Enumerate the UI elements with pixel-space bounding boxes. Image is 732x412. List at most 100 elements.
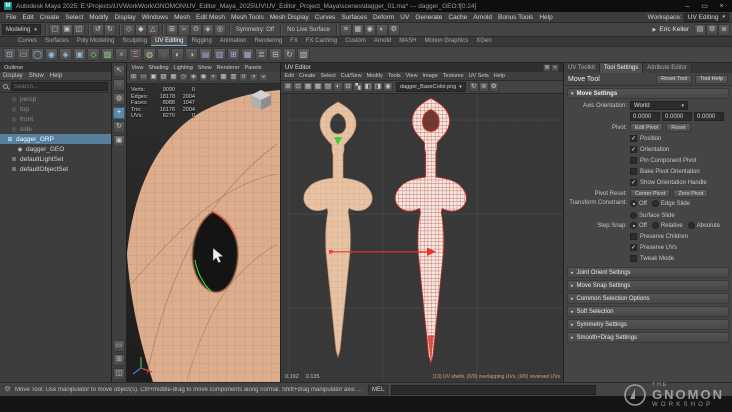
open-uv-editor-icon[interactable]: ⊡ (3, 48, 16, 61)
film-gate-icon[interactable]: ▭ (139, 73, 148, 82)
panel-tab[interactable]: Tool Settings (599, 63, 644, 73)
axis-value-field[interactable]: 0.0000 (694, 112, 724, 121)
isolate-select-icon[interactable]: ◉ (199, 73, 208, 82)
collapsed-section-header[interactable]: ▸ Joint Orient Settings (567, 267, 729, 278)
uv-display-image-icon[interactable]: ▨ (323, 82, 333, 92)
symmetry-selector[interactable]: Symmetry: Off (233, 27, 277, 33)
shelf-tab[interactable]: Arnold (370, 36, 395, 46)
menu-item[interactable]: Modify (364, 73, 385, 79)
menu-item[interactable]: Cut/Sew (338, 73, 364, 79)
mel-language-toggle[interactable]: MEL (368, 384, 389, 395)
outliner-item[interactable]: ≣ defaultLightSet (0, 154, 111, 164)
checkbox[interactable]: ✓ (630, 244, 637, 251)
construction-history-icon[interactable]: ≡ (339, 23, 352, 36)
render-view-icon[interactable]: ▦ (351, 23, 364, 36)
outliner-tree[interactable]: ◎ persp ◎ top ◎ front ◎ side ⊞ dagger_GR… (0, 93, 111, 382)
paint-select-tool-icon[interactable]: ◍ (113, 93, 125, 105)
spherical-projection-icon[interactable]: ◉ (45, 48, 58, 61)
shelf-tab[interactable]: MASH (395, 36, 420, 46)
viewport-canvas[interactable]: Verts: 9090 0 Edges: 18178 2004 Faces: 8… (127, 84, 280, 382)
safe-action-icon[interactable]: ◇ (179, 73, 188, 82)
panel-menu-icon[interactable]: ≣ (543, 63, 551, 72)
sew-uv-icon[interactable]: Ξ (129, 48, 142, 61)
collapsed-section-header[interactable]: ▸ Soft Selection (567, 306, 729, 317)
optimize-uv-icon[interactable]: ▥ (213, 48, 226, 61)
menu-item[interactable]: Deform (370, 14, 397, 21)
smudge-uv-icon[interactable]: ◐ (171, 48, 184, 61)
move-tool-icon[interactable]: + (113, 107, 125, 119)
uv-baking-icon[interactable]: ⊚ (478, 82, 489, 92)
wireframe-on-shaded-icon[interactable]: ▩ (219, 73, 228, 82)
save-scene-icon[interactable]: ◫ (72, 23, 85, 36)
orient-shells-icon[interactable]: ↻ (283, 48, 296, 61)
menu-item[interactable]: Windows (139, 14, 171, 21)
axis-value-field[interactable]: 0.0000 (662, 112, 692, 121)
menu-item[interactable]: Help (491, 73, 507, 79)
open-scene-icon[interactable]: ▣ (60, 23, 73, 36)
minimize-button[interactable]: – (681, 3, 694, 10)
center-pivot-button[interactable]: Center Pivot (630, 189, 671, 198)
menu-item[interactable]: Tools (385, 73, 403, 79)
uv-dim-image-icon[interactable]: ◐ (333, 82, 343, 92)
ipr-render-icon[interactable]: ◐ (375, 23, 388, 36)
checkbox[interactable]: ✓ (630, 135, 637, 142)
outliner-item[interactable]: ◆ dagger_GEO (0, 144, 111, 154)
snap-plane-icon[interactable]: ◈ (201, 23, 214, 36)
collapsed-section-header[interactable]: ▸ Symmetry Settings (567, 319, 729, 330)
collapsed-section-header[interactable]: ▸ Common Selection Options (567, 293, 729, 304)
collapsed-section-header[interactable]: ▸ Move Snap Settings (567, 280, 729, 291)
menu-item[interactable]: Arnold (470, 14, 495, 21)
checkbox[interactable]: ✓ (630, 255, 637, 262)
menu-set-selector[interactable]: Modeling ▾ (2, 24, 41, 35)
gate-mask-icon[interactable]: ▨ (159, 73, 168, 82)
menu-item[interactable]: Lighting (171, 65, 195, 71)
checkbox[interactable]: ✓ (630, 168, 637, 175)
shelf-tab[interactable]: Surfaces (41, 36, 73, 46)
uv-tile-grid-icon[interactable]: ▦ (303, 82, 313, 92)
snap-point-icon[interactable]: ⊙ (189, 23, 202, 36)
grab-uv-icon[interactable]: ◍ (143, 48, 156, 61)
zero-pivot-button[interactable]: Zero Pivot (673, 189, 709, 198)
rotate-tool-icon[interactable]: ↻ (113, 121, 125, 133)
outliner-item[interactable]: ◎ side (0, 124, 111, 134)
shelf-tab[interactable]: FX (286, 36, 302, 46)
uv-canvas[interactable]: 0.192 0.135 (13) UV shells, (0/0) overla… (281, 94, 563, 382)
shelf-tab[interactable]: XGen (472, 36, 495, 46)
radio-option[interactable]: Off (630, 200, 647, 207)
channel-box-toggle-icon[interactable]: ≣ (718, 23, 730, 36)
shadows-icon[interactable]: ◑ (249, 73, 258, 82)
close-button[interactable]: × (715, 3, 728, 10)
menu-item[interactable]: Display (0, 73, 26, 79)
uv-snap-pixel-icon[interactable]: ⊡ (293, 82, 303, 92)
safe-title-icon[interactable]: ◈ (189, 73, 198, 82)
resolution-gate-icon[interactable]: ▣ (149, 73, 158, 82)
uv-snap-grid-icon[interactable]: ⊞ (283, 82, 293, 92)
unfold-uv-icon[interactable]: ▤ (199, 48, 212, 61)
symmetrize-uv-icon[interactable]: ◑ (185, 48, 198, 61)
camera-projection-icon[interactable]: ▣ (73, 48, 86, 61)
field-chart-icon[interactable]: ▦ (169, 73, 178, 82)
menu-item[interactable]: UV Sets (466, 73, 491, 79)
snap-curve-icon[interactable]: ≈ (177, 23, 190, 36)
layout-uv-icon[interactable]: ⊞ (227, 48, 240, 61)
menu-item[interactable]: Select (318, 73, 338, 79)
radio-option[interactable]: Off (630, 222, 647, 229)
checkbox[interactable]: ✓ (630, 233, 637, 240)
menu-item[interactable]: Modify (86, 14, 111, 21)
menu-item[interactable]: Mesh Display (267, 14, 312, 21)
radio-option[interactable]: Edge Slide (651, 200, 690, 207)
collapsed-section-header[interactable]: ▸ Smooth+Drag Settings (567, 332, 729, 343)
pinch-uv-icon[interactable]: ◌ (157, 48, 170, 61)
menu-item[interactable]: UV (397, 14, 412, 21)
menu-item[interactable]: Help (536, 14, 555, 21)
menu-item[interactable]: View (403, 73, 420, 79)
checkbox[interactable]: ✓ (630, 157, 637, 164)
menu-item[interactable]: Cache (445, 14, 470, 21)
shelf-tab[interactable]: UV Editing (151, 36, 188, 46)
xray-icon[interactable]: ◐ (209, 73, 218, 82)
render-settings-icon[interactable]: ⚙ (387, 23, 400, 36)
shelf-tab[interactable]: Animation (216, 36, 251, 46)
checkbox[interactable]: ✓ (630, 179, 637, 186)
radio-option[interactable]: Absolute (687, 222, 720, 229)
menu-item[interactable]: Mesh Tools (228, 14, 267, 21)
